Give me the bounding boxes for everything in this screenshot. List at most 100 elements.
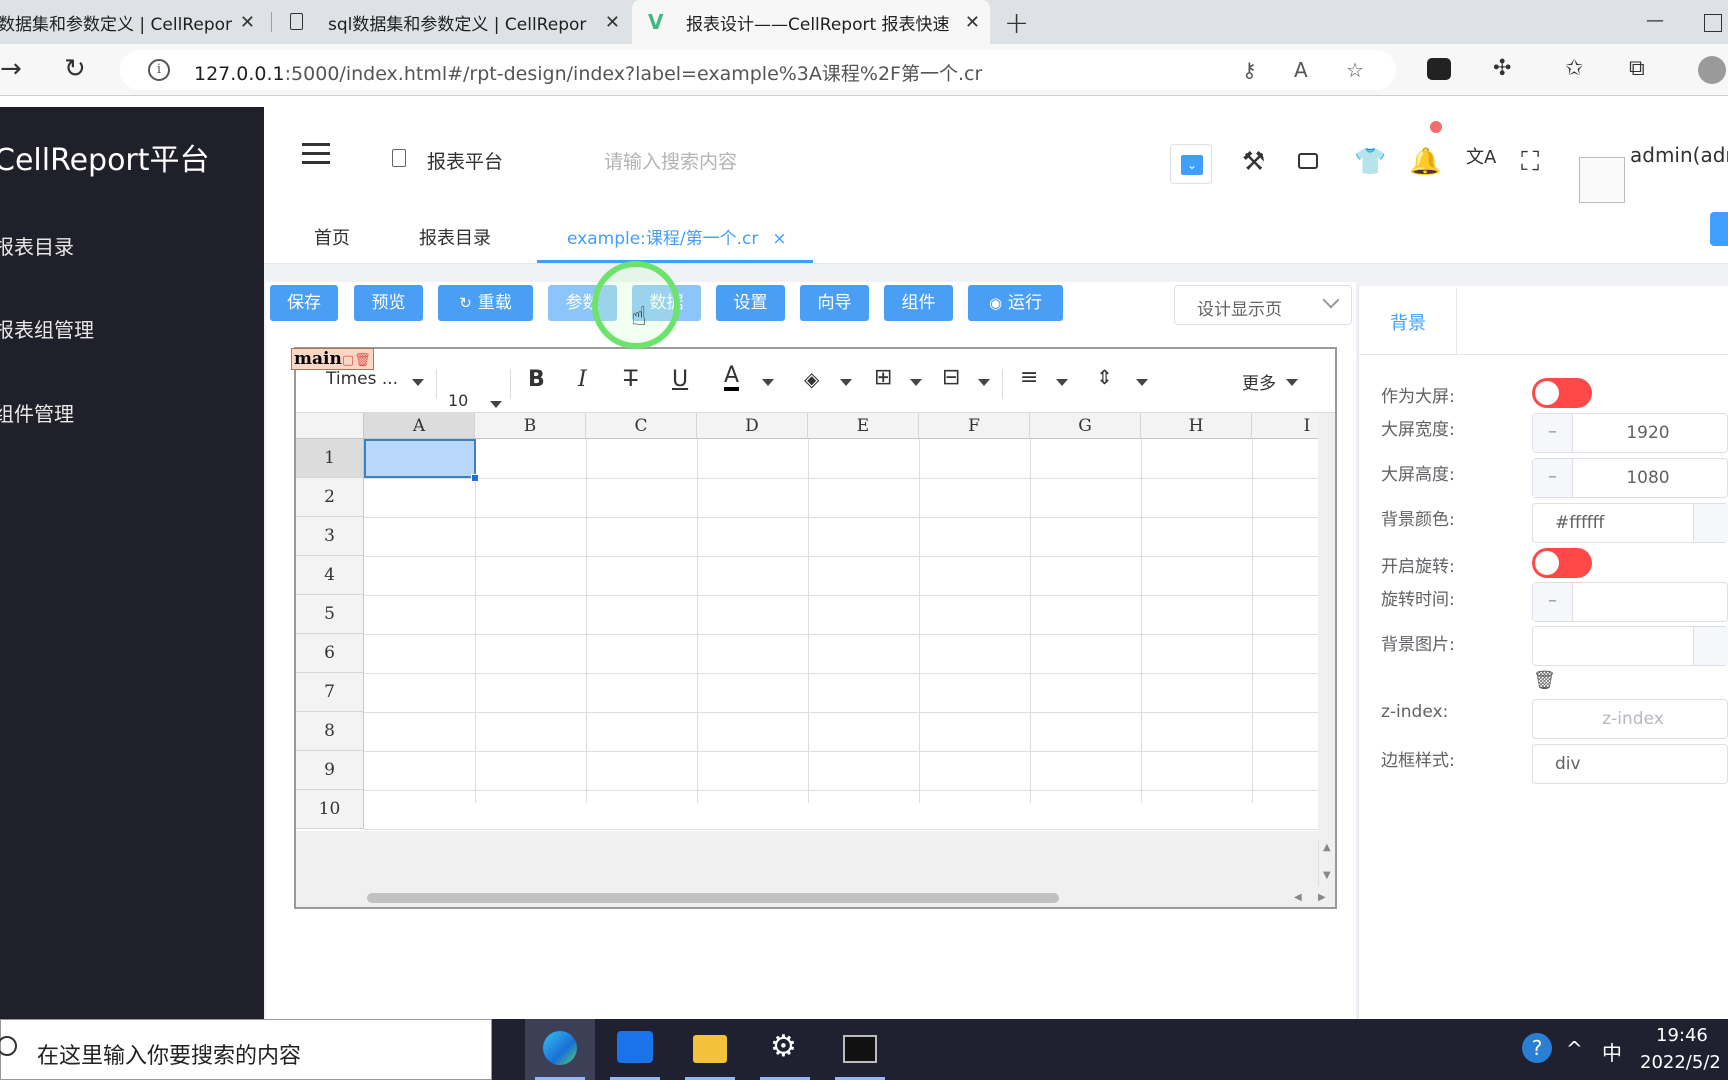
merge-cells-icon[interactable]: ⊟ xyxy=(942,365,960,390)
column-header[interactable]: E xyxy=(808,413,919,439)
column-header[interactable]: D xyxy=(697,413,808,439)
browser-tab-3[interactable]: V 报表设计——CellReport 报表快速 ✕ xyxy=(632,0,990,44)
run-button[interactable]: ◉ 运行 xyxy=(968,285,1063,321)
more-menu[interactable]: 更多 xyxy=(1242,369,1276,394)
text-color-icon[interactable]: A xyxy=(724,365,740,391)
width-value[interactable]: 1920 xyxy=(1573,423,1723,443)
settings-button[interactable]: 设置 xyxy=(716,285,785,321)
strikethrough-icon[interactable]: T xyxy=(624,367,637,392)
user-name[interactable]: admin(adm xyxy=(1630,143,1728,167)
sidebar-item-report-catalog[interactable]: 报表目录 xyxy=(0,231,74,260)
url-field[interactable]: i 127.0.0.1:5000/index.html#/rpt-design/… xyxy=(120,50,1396,90)
preview-button[interactable]: 预览 xyxy=(354,285,423,321)
border-style-input[interactable]: div xyxy=(1532,744,1728,784)
sheet-name-tag[interactable]: main▢🗑 xyxy=(291,348,374,370)
shirt-icon[interactable]: 👕 xyxy=(1354,147,1386,177)
meeting-taskbar-app[interactable] xyxy=(600,1019,670,1080)
rotate-time-stepper[interactable]: – xyxy=(1532,582,1728,622)
sidebar-item-components[interactable]: 组件管理 xyxy=(0,398,74,427)
column-header[interactable]: A xyxy=(364,413,475,439)
settings-taskbar-app[interactable]: ⚙ xyxy=(750,1019,820,1080)
chevron-down-icon[interactable] xyxy=(490,401,502,408)
reload-button[interactable]: ↻ 重载 xyxy=(438,285,533,321)
font-family-select[interactable]: Times ... xyxy=(326,369,398,389)
terminal-taskbar-app[interactable] xyxy=(825,1019,895,1080)
close-icon[interactable]: ✕ xyxy=(240,12,255,33)
fill-handle[interactable] xyxy=(471,474,479,482)
border-style-value[interactable]: div xyxy=(1555,754,1581,774)
zindex-input[interactable]: z-index xyxy=(1532,699,1728,739)
vertical-align-icon[interactable]: ⇕ xyxy=(1096,365,1113,389)
chevron-down-icon[interactable] xyxy=(762,379,774,386)
chevron-down-icon[interactable] xyxy=(978,379,990,386)
column-header[interactable]: B xyxy=(475,413,586,439)
image-picker[interactable] xyxy=(1693,627,1728,665)
row-header[interactable]: 4 xyxy=(296,556,364,595)
browser-tab-2[interactable]: sql数据集和参数定义 | CellRepor ✕ xyxy=(280,0,630,44)
bg-image-input[interactable] xyxy=(1532,626,1728,666)
chevron-down-icon[interactable] xyxy=(412,379,424,386)
row-header[interactable]: 5 xyxy=(296,595,364,634)
browser-tab-1[interactable]: 数据集和参数定义 | CellRepor ✕ xyxy=(0,0,265,44)
minus-icon[interactable]: – xyxy=(1533,414,1573,452)
side-panel-button[interactable] xyxy=(1710,212,1728,246)
new-tab-button[interactable]: + xyxy=(1004,6,1029,41)
extension-app-icon[interactable] xyxy=(1427,58,1451,80)
wizard-button[interactable]: 向导 xyxy=(800,285,869,321)
collections-icon[interactable]: ⧉ xyxy=(1629,56,1645,81)
vertical-scrollbar[interactable]: ▲ ▼ xyxy=(1318,840,1335,886)
row-header[interactable]: 2 xyxy=(296,478,364,517)
tab-home[interactable]: 首页 xyxy=(314,224,350,250)
lock-icon[interactable] xyxy=(1298,153,1318,169)
key-icon[interactable]: ⚷ xyxy=(1242,58,1257,82)
bg-color-input[interactable]: #ffffff xyxy=(1532,503,1728,543)
add-favorite-icon[interactable]: ☆ xyxy=(1346,58,1364,82)
profile-icon[interactable] xyxy=(1698,56,1726,84)
components-button[interactable]: 组件 xyxy=(884,285,953,321)
favorites-icon[interactable]: ✩ xyxy=(1565,56,1583,81)
bg-color-value[interactable]: #ffffff xyxy=(1555,513,1604,533)
height-stepper[interactable]: –1080 xyxy=(1532,458,1728,498)
tools-icon[interactable]: ⚒ xyxy=(1242,147,1265,177)
trash-icon[interactable]: 🗑 xyxy=(1533,670,1556,691)
minus-icon[interactable]: – xyxy=(1533,459,1573,497)
width-stepper[interactable]: –1920 xyxy=(1532,413,1728,453)
close-icon[interactable]: × xyxy=(772,229,786,249)
sheet-tag-icons[interactable]: ▢🗑 xyxy=(342,353,371,368)
grid-corner[interactable] xyxy=(296,413,364,439)
avatar[interactable] xyxy=(1579,157,1625,203)
row-header[interactable]: 10 xyxy=(296,790,364,829)
scroll-right-icon[interactable]: ▶ xyxy=(1318,892,1326,903)
language-icon[interactable]: 文A xyxy=(1466,143,1496,169)
border-icon[interactable]: ⊞ xyxy=(874,365,892,390)
info-icon[interactable]: i xyxy=(148,59,170,81)
column-header[interactable]: G xyxy=(1030,413,1141,439)
column-header[interactable]: H xyxy=(1141,413,1252,439)
size-select[interactable]: ⌄ xyxy=(1170,144,1212,184)
help-icon[interactable]: ? xyxy=(1522,1033,1552,1063)
row-header[interactable]: 9 xyxy=(296,751,364,790)
clock-time[interactable]: 19:46 xyxy=(1656,1025,1708,1046)
scroll-left-icon[interactable]: ◀ xyxy=(1294,892,1302,903)
underline-icon[interactable]: U xyxy=(672,367,688,392)
row-header[interactable]: 1 xyxy=(296,439,364,478)
read-aloud-icon[interactable]: A xyxy=(1294,58,1308,82)
selected-cell[interactable] xyxy=(364,439,476,478)
search-input[interactable]: 请输入搜索内容 xyxy=(604,147,737,174)
row-header[interactable]: 8 xyxy=(296,712,364,751)
save-button[interactable]: 保存 xyxy=(270,285,338,321)
scroll-up-icon[interactable]: ▲ xyxy=(1323,842,1331,853)
font-size-select[interactable]: 10 xyxy=(448,391,468,410)
chevron-down-icon[interactable] xyxy=(1136,379,1148,386)
tab-active-report[interactable]: example:课程/第一个.cr × xyxy=(567,224,787,249)
maximize-icon[interactable] xyxy=(1704,14,1722,32)
color-picker[interactable] xyxy=(1693,504,1728,542)
ime-indicator[interactable]: 中 xyxy=(1602,1037,1622,1066)
close-icon[interactable]: ✕ xyxy=(965,12,980,33)
column-header[interactable]: I xyxy=(1252,413,1318,439)
column-header[interactable]: C xyxy=(586,413,697,439)
explorer-taskbar-app[interactable] xyxy=(675,1019,745,1080)
bell-icon[interactable]: 🔔 xyxy=(1409,147,1441,177)
row-header[interactable]: 6 xyxy=(296,634,364,673)
edge-taskbar-app[interactable] xyxy=(525,1019,595,1080)
